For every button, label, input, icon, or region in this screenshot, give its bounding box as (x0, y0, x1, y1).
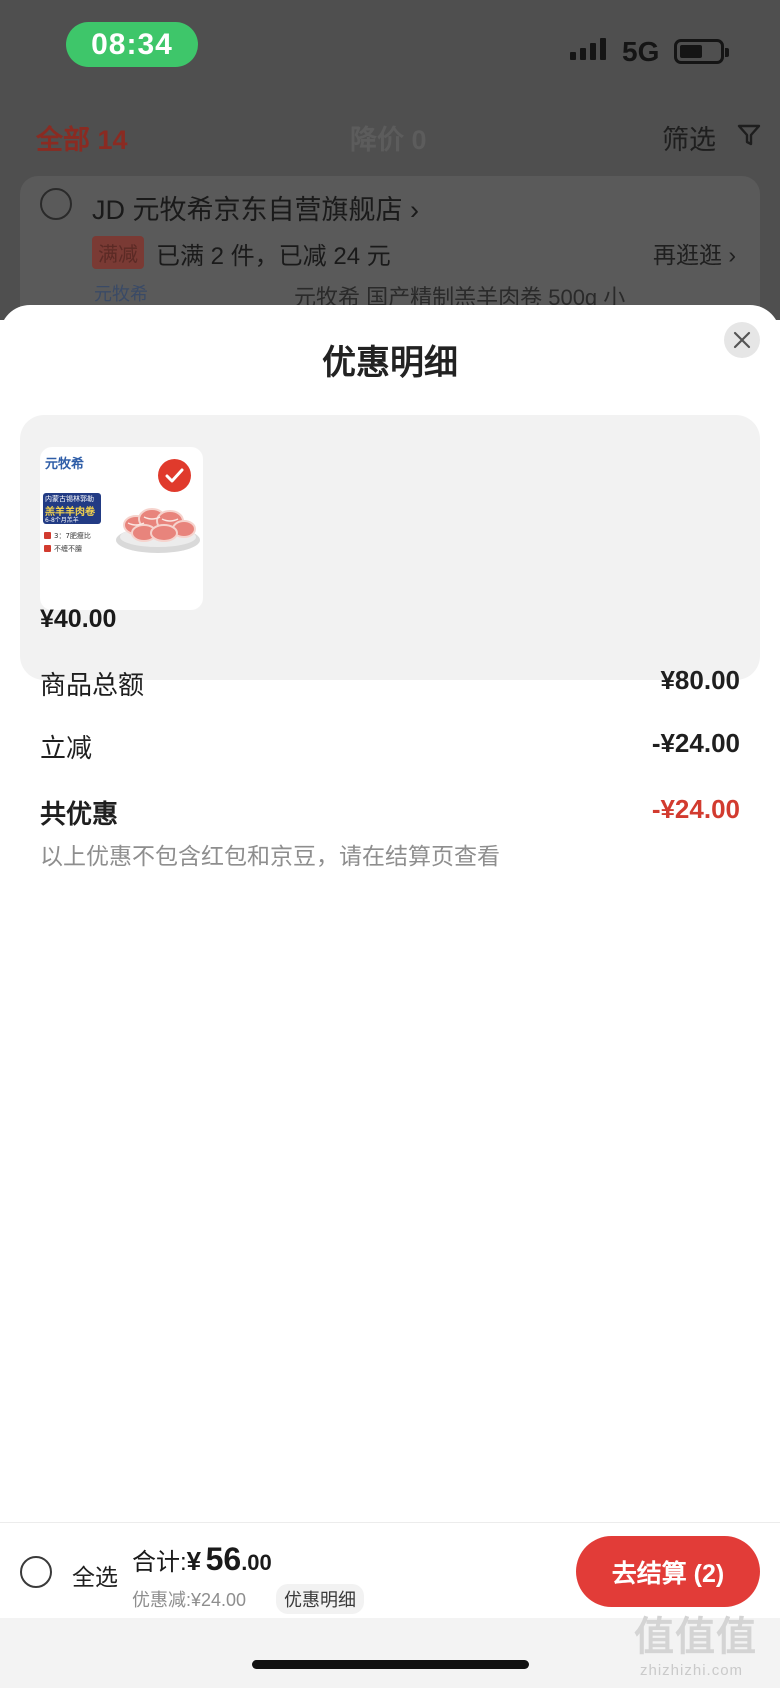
watermark-chars: 值值值 (634, 1615, 757, 1659)
total-decimal: .00 (241, 1550, 272, 1575)
thumb-banner-line3: 6-8个月羔羊 (45, 517, 79, 524)
checkout-button[interactable]: 去结算 (2) (576, 1536, 760, 1607)
battery-icon (674, 39, 729, 64)
shop-more-link[interactable]: 再逛逛 › (653, 236, 736, 270)
select-all-label[interactable]: 全选 (72, 1558, 118, 1592)
tab-all[interactable]: 全部 14 (36, 118, 128, 157)
status-time: 08:34 (66, 22, 198, 67)
select-all-radio[interactable] (20, 1556, 52, 1588)
total-amount: 合计:¥ 56.00 (132, 1541, 272, 1578)
store-select-radio[interactable] (40, 188, 72, 220)
product-panel: 元牧希 内蒙古锡林郭勒 羔羊羊肉卷 6-8个月羔羊 3：7肥瘦比 不缠不膻 ¥4… (20, 415, 760, 680)
discount-detail-link[interactable]: 优惠明细 (276, 1584, 364, 1614)
bottom-discount-text: 优惠减:¥24.00 (132, 1590, 247, 1610)
check-icon (165, 468, 184, 483)
total-discount-value: -¥24.00 (651, 794, 740, 824)
home-indicator[interactable] (252, 1660, 529, 1669)
background-cart-page: 08:34 5G 全部 14 降价 0 筛选 JD 元牧希京东自营旗舰店 › 满… (0, 0, 780, 336)
instant-reduce-value: -¥24.00 (651, 728, 740, 758)
total-currency: ¥ (186, 1546, 202, 1576)
subtotal-label: 商品总额 (40, 670, 145, 700)
thumb-banner: 内蒙古锡林郭勒 羔羊羊肉卷 6-8个月羔羊 (43, 493, 101, 524)
product-price: ¥40.00 (40, 605, 117, 633)
signal-icon (570, 38, 606, 60)
filter-button[interactable]: 筛选 (662, 118, 716, 157)
watermark-url: zhizhizhi.com (640, 1662, 744, 1679)
network-label: 5G (622, 36, 660, 67)
store-logo-peek: 元牧希 (94, 284, 148, 304)
thumb-brand: 元牧希 (45, 457, 85, 472)
watermark: 值值值 zhizhizhi.com (630, 1602, 780, 1688)
total-label: 合计: (132, 1549, 187, 1576)
promo-text: 已满 2 件，已减 24 元 (156, 243, 391, 270)
discount-detail-sheet: 优惠明细 元牧希 内蒙古锡林郭勒 羔羊羊肉卷 6-8个月羔羊 3：7肥瘦比 不缠… (0, 305, 780, 1688)
funnel-icon[interactable] (736, 122, 762, 148)
sheet-title: 优惠明细 (322, 344, 458, 382)
store-name[interactable]: JD 元牧希京东自营旗舰店 › (92, 188, 419, 227)
total-integer: 56 (205, 1541, 242, 1577)
thumb-point-1: 3：7肥瘦比 (44, 531, 91, 541)
total-discount-label: 共优惠 (40, 799, 119, 829)
product-thumbnail[interactable]: 元牧希 内蒙古锡林郭勒 羔羊羊肉卷 6-8个月羔羊 3：7肥瘦比 不缠不膻 (40, 447, 203, 610)
cart-tabs: 全部 14 降价 0 筛选 (0, 110, 780, 160)
selected-check-badge[interactable] (158, 459, 191, 492)
total-discount-row: 共优惠 -¥24.00 (40, 794, 740, 830)
status-bar: 08:34 5G (0, 0, 780, 90)
thumb-point-2: 不缠不膻 (44, 544, 82, 554)
tab-price-drop[interactable]: 降价 0 (350, 118, 427, 157)
promo-tag: 满减 (92, 236, 144, 269)
instant-reduce-row: 立减 -¥24.00 (40, 728, 740, 764)
subtotal-value: ¥80.00 (660, 665, 740, 695)
discount-note: 以上优惠不包含红包和京豆，请在结算页查看 (40, 843, 500, 869)
close-icon (733, 331, 751, 349)
subtotal-row: 商品总额 ¥80.00 (40, 665, 740, 701)
close-button[interactable] (724, 322, 760, 358)
instant-reduce-label: 立减 (40, 733, 93, 763)
